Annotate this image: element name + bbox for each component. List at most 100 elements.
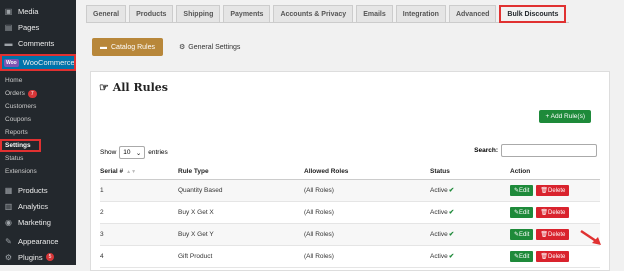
general-settings-button[interactable]: ⚙ General Settings bbox=[171, 38, 248, 56]
tab-shipping[interactable]: Shipping bbox=[176, 5, 221, 23]
edit-button[interactable]: ✎Edit bbox=[510, 228, 534, 240]
sidebar-sub-orders[interactable]: Orders 7 bbox=[0, 87, 76, 100]
entries-select[interactable]: 10 ⌄ bbox=[119, 146, 146, 159]
gear-icon: ⚙ bbox=[178, 44, 186, 51]
delete-button[interactable]: 🗑︎Delete bbox=[536, 250, 570, 262]
sidebar-sub-label: Reports bbox=[5, 129, 28, 136]
tab-advanced[interactable]: Advanced bbox=[448, 5, 497, 23]
tab-payments[interactable]: Payments bbox=[223, 5, 271, 23]
sidebar-item-label: Products bbox=[18, 185, 48, 195]
orders-count-badge: 7 bbox=[27, 89, 37, 98]
delete-label: Delete bbox=[548, 209, 566, 216]
rule-type-cell: Gift Product bbox=[178, 245, 304, 268]
comments-icon: ▬ bbox=[4, 38, 13, 48]
catalog-rules-button[interactable]: ▬ Catalog Rules bbox=[92, 38, 163, 56]
sidebar-item-comments[interactable]: ▬ Comments bbox=[0, 35, 76, 51]
pages-icon: ▤ bbox=[4, 22, 13, 32]
table-header-row: Serial # ▲▼ Rule Type Allowed Roles Statu… bbox=[100, 164, 600, 180]
serial-cell: 2 bbox=[100, 201, 178, 224]
status-cell: Active✔ bbox=[430, 223, 510, 246]
sidebar-item-label: Appearance bbox=[18, 236, 59, 246]
sidebar-sub-status[interactable]: Status bbox=[0, 152, 76, 165]
tab-accounts-privacy[interactable]: Accounts & Privacy bbox=[273, 5, 354, 23]
column-header-action[interactable]: Action bbox=[510, 164, 600, 180]
rules-table: Serial # ▲▼ Rule Type Allowed Roles Statu… bbox=[100, 164, 600, 268]
sidebar-sub-label: Coupons bbox=[5, 116, 32, 123]
annotation-arrow-icon bbox=[580, 229, 601, 245]
delete-label: Delete bbox=[548, 253, 566, 260]
column-header-label: Serial # bbox=[100, 167, 124, 175]
allowed-roles-cell: (All Roles) bbox=[304, 201, 430, 224]
sidebar-sub-label: Settings bbox=[5, 142, 31, 149]
sidebar-item-appearance[interactable]: ✎ Appearance bbox=[0, 233, 76, 249]
catalog-icon: ▬ bbox=[100, 43, 107, 51]
table-row: 1 Quantity Based (All Roles) Active✔ ✎Ed… bbox=[100, 179, 600, 202]
add-rule-button[interactable]: + Add Rule(s) bbox=[539, 110, 591, 123]
sidebar-item-marketing[interactable]: ◉ Marketing bbox=[0, 214, 76, 230]
sidebar-item-label: Pages bbox=[18, 22, 40, 32]
delete-label: Delete bbox=[548, 231, 566, 238]
table-row: 3 Buy X Get Y (All Roles) Active✔ ✎Edit 🗑… bbox=[100, 223, 600, 246]
page-title: ☞ All Rules bbox=[99, 81, 168, 94]
sidebar-item-label: Comments bbox=[18, 38, 55, 48]
sidebar-sub-label: Customers bbox=[5, 103, 37, 110]
action-cell: ✎Edit 🗑︎Delete bbox=[510, 179, 600, 202]
sidebar-sub-extensions[interactable]: Extensions bbox=[0, 165, 76, 178]
delete-button[interactable]: 🗑︎Delete bbox=[536, 228, 570, 240]
delete-button[interactable]: 🗑︎Delete bbox=[536, 206, 570, 218]
edit-label: Edit bbox=[519, 187, 530, 194]
serial-cell: 1 bbox=[100, 179, 178, 202]
sidebar-item-woocommerce[interactable]: Woo WooCommerce bbox=[0, 54, 76, 71]
table-row: 4 Gift Product (All Roles) Active✔ ✎Edit… bbox=[100, 245, 600, 268]
catalog-rules-label: Catalog Rules bbox=[111, 43, 155, 51]
rule-type-cell: Quantity Based bbox=[178, 179, 304, 202]
check-icon: ✔ bbox=[448, 209, 455, 216]
tab-products[interactable]: Products bbox=[129, 5, 174, 23]
column-header-serial[interactable]: Serial # ▲▼ bbox=[100, 164, 178, 180]
serial-cell: 4 bbox=[100, 245, 178, 268]
column-header-status[interactable]: Status bbox=[430, 164, 510, 180]
sidebar-sub-customers[interactable]: Customers bbox=[0, 100, 76, 113]
sidebar-item-plugins[interactable]: ⚙ Plugins 5 bbox=[0, 249, 76, 265]
check-icon: ✔ bbox=[448, 187, 455, 194]
sidebar-sub-label: Orders bbox=[5, 90, 25, 97]
edit-button[interactable]: ✎Edit bbox=[510, 250, 534, 262]
page-title-text: All Rules bbox=[112, 81, 168, 94]
rule-type-cell: Buy X Get Y bbox=[178, 223, 304, 246]
allowed-roles-cell: (All Roles) bbox=[304, 245, 430, 268]
sidebar-sub-reports[interactable]: Reports bbox=[0, 126, 76, 139]
delete-button[interactable]: 🗑︎Delete bbox=[536, 184, 570, 196]
entries-control: Show 10 ⌄ entries bbox=[100, 146, 168, 159]
column-header-label: Status bbox=[430, 167, 450, 175]
sidebar-item-analytics[interactable]: ▥ Analytics bbox=[0, 198, 76, 214]
column-header-label: Rule Type bbox=[178, 167, 209, 175]
status-cell: Active✔ bbox=[430, 245, 510, 268]
media-icon: ▣ bbox=[4, 6, 13, 16]
search-input[interactable] bbox=[501, 144, 597, 157]
check-icon: ✔ bbox=[448, 231, 455, 238]
edit-button[interactable]: ✎Edit bbox=[510, 184, 534, 196]
edit-button[interactable]: ✎Edit bbox=[510, 206, 534, 218]
trash-icon: 🗑︎ bbox=[540, 187, 548, 194]
sidebar-item-products[interactable]: ▦ Products bbox=[0, 182, 76, 198]
sidebar-sub-home[interactable]: Home bbox=[0, 74, 76, 87]
rule-type-cell: Buy X Get X bbox=[178, 201, 304, 224]
column-header-rule-type[interactable]: Rule Type bbox=[178, 164, 304, 180]
allowed-roles-cell: (All Roles) bbox=[304, 223, 430, 246]
sidebar-item-pages[interactable]: ▤ Pages bbox=[0, 19, 76, 35]
tab-bulk-discounts[interactable]: Bulk Discounts bbox=[499, 5, 567, 23]
sidebar-sub-settings[interactable]: Settings bbox=[0, 139, 41, 152]
sidebar-sub-coupons[interactable]: Coupons bbox=[0, 113, 76, 126]
tab-emails[interactable]: Emails bbox=[356, 5, 393, 23]
show-label: Show bbox=[100, 149, 117, 156]
sidebar-sub-label: Status bbox=[5, 155, 24, 162]
column-header-label: Action bbox=[510, 167, 531, 175]
tab-integration[interactable]: Integration bbox=[395, 5, 446, 23]
column-header-allowed-roles[interactable]: Allowed Roles bbox=[304, 164, 430, 180]
sidebar-item-media[interactable]: ▣ Media bbox=[0, 3, 76, 19]
tab-general[interactable]: General bbox=[86, 5, 127, 23]
appearance-icon: ✎ bbox=[5, 236, 12, 246]
settings-tabs: General Products Shipping Payments Accou… bbox=[86, 2, 570, 23]
serial-cell: 3 bbox=[100, 223, 178, 246]
status-text: Active bbox=[430, 187, 448, 194]
